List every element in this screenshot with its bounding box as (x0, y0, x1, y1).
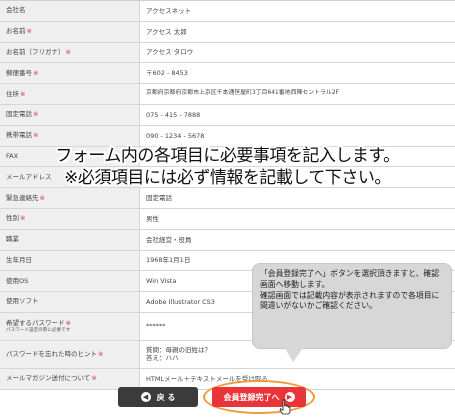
label-text: 性別 (6, 214, 19, 223)
field-value[interactable]: 会社経営・役員 (140, 230, 455, 250)
back-button[interactable]: ◀ 戻 る (118, 387, 198, 407)
field-label: お名前（フリガナ） ※ (0, 42, 140, 63)
label-text: 携帯電話 (6, 131, 32, 140)
required-mark: ※ (26, 27, 32, 36)
label-text: お名前（フリガナ） (6, 47, 65, 56)
required-mark: ※ (91, 374, 97, 383)
form-row-occupation: 職業 会社経営・役員 (0, 229, 455, 251)
field-label: 使用OS (0, 271, 140, 292)
required-mark: ※ (20, 89, 26, 98)
label-text: 生年月日 (6, 255, 32, 264)
form-row-postal: 郵便番号 ※ 〒602 - 8453 (0, 63, 455, 85)
required-mark: ※ (65, 47, 71, 56)
label-text: パスワードを忘れた時のヒント (6, 349, 97, 358)
callout-text-1: 「会員登録完了へ」ボタンを選択頂きますと、確認画面へ移動します。 (260, 269, 440, 289)
hand-pointer-icon (279, 399, 291, 415)
label-text: 職業 (6, 235, 19, 244)
complete-button-label: 会員登録完了へ (223, 392, 280, 402)
field-value[interactable]: 京都府京都府京都市上京区千本通笹屋町3丁目641番地西陣セントラル2F (140, 84, 455, 104)
field-value[interactable]: アクセス タロウ (140, 43, 455, 63)
label-text: 希望するパスワード (6, 319, 65, 328)
field-label: 職業 (0, 229, 140, 250)
callout-text-2: 確認画面では記載内容が表示されますので各項目に間違いがないかご確認ください。 (260, 290, 440, 311)
required-mark: ※ (39, 193, 45, 202)
field-label: 性別 ※ (0, 208, 140, 229)
form-row-company: 会社名 アクセスネット (0, 1, 455, 22)
required-mark: ※ (65, 319, 71, 328)
required-mark: ※ (33, 131, 39, 140)
field-label: 住所 ※ (0, 84, 140, 104)
required-mark: ※ (33, 68, 39, 77)
label-text: 郵便番号 (6, 68, 32, 77)
field-value[interactable]: アクセス 太郎 (140, 22, 455, 42)
form-row-emergency: 緊急連絡先 ※ 固定電話 (0, 188, 455, 209)
label-text: 使用OS (6, 276, 29, 285)
label-text: お名前 (6, 27, 26, 36)
label-subtext: パスワード設定の際に必要です (6, 327, 71, 333)
field-value[interactable]: アクセスネット (140, 1, 455, 21)
label-text: 使用ソフト (6, 297, 39, 306)
field-label: パスワードを忘れた時のヒント ※ (0, 340, 140, 368)
required-mark: ※ (20, 214, 26, 223)
chevron-left-circle-icon: ◀ (140, 392, 151, 402)
complete-registration-button[interactable]: 会員登録完了へ ▶ (212, 387, 306, 407)
field-label: メールマガジン送付について ※ (0, 368, 140, 389)
hint-answer: 答え：ハハ (146, 354, 179, 363)
back-button-label: 戻 る (156, 392, 176, 402)
form-row-name: お名前 ※ アクセス 太郎 (0, 21, 455, 43)
field-label: 固定電話 ※ (0, 104, 140, 125)
field-label: 緊急連絡先 ※ (0, 188, 140, 208)
callout-bubble: 「会員登録完了へ」ボタンを選択頂きますと、確認画面へ移動します。 確認画面では記… (252, 263, 452, 349)
field-value[interactable]: 固定電話 (140, 188, 455, 208)
label-text: メールマガジン送付について (6, 374, 91, 383)
instruction-line-2: ※必須項目には必ず情報を記載して下さい。 (64, 168, 391, 188)
label-text: 会社名 (6, 6, 26, 15)
required-mark: ※ (33, 110, 39, 119)
form-row-address: 住所 ※ 京都府京都府京都市上京区千本通笹屋町3丁目641番地西陣セントラル2F (0, 84, 455, 105)
field-label: 郵便番号 ※ (0, 63, 140, 84)
field-label: お名前 ※ (0, 21, 140, 42)
field-label: 希望するパスワード※ パスワード設定の際に必要です (0, 312, 140, 340)
field-label: 使用ソフト (0, 292, 140, 312)
callout-tail (285, 348, 303, 362)
form-row-furigana: お名前（フリガナ） ※ アクセス タロウ (0, 42, 455, 64)
field-label: 生年月日 (0, 250, 140, 271)
field-value[interactable]: 〒602 - 8453 (140, 63, 455, 83)
form-row-gender: 性別 ※ 男性 (0, 208, 455, 230)
field-label: 会社名 (0, 1, 140, 21)
label-text: 緊急連絡先 (6, 193, 39, 202)
form-row-phone: 固定電話 ※ 075 - 415 - 7888 (0, 104, 455, 126)
field-value[interactable]: 075 - 415 - 7888 (140, 105, 455, 125)
label-text: 固定電話 (6, 110, 32, 119)
label-text: 住所 (6, 89, 19, 98)
required-mark: ※ (98, 349, 104, 358)
field-value[interactable]: 男性 (140, 209, 455, 229)
